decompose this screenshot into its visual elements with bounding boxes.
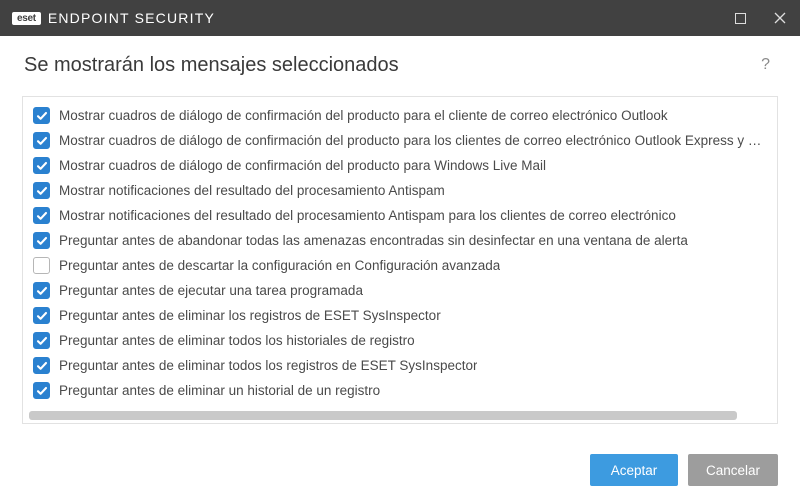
message-row: Mostrar notificaciones del resultado del… (31, 178, 773, 203)
help-button[interactable]: ? (755, 52, 776, 78)
message-row: Preguntar antes de eliminar un historial… (31, 378, 773, 403)
message-label: Preguntar antes de eliminar todos los re… (59, 358, 477, 373)
message-row: Preguntar antes de eliminar todos los hi… (31, 328, 773, 353)
maximize-icon (735, 13, 746, 24)
accept-button[interactable]: Aceptar (590, 454, 678, 486)
product-name: ENDPOINT SECURITY (48, 10, 215, 26)
message-label: Mostrar notificaciones del resultado del… (59, 208, 676, 223)
window-maximize-button[interactable] (720, 0, 760, 36)
cancel-button[interactable]: Cancelar (688, 454, 778, 486)
message-label: Preguntar antes de descartar la configur… (59, 258, 500, 273)
message-label: Mostrar notificaciones del resultado del… (59, 183, 445, 198)
message-label: Mostrar cuadros de diálogo de confirmaci… (59, 108, 668, 123)
message-label: Preguntar antes de eliminar todos los hi… (59, 333, 415, 348)
message-label: Preguntar antes de abandonar todas las a… (59, 233, 688, 248)
dialog-footer: Aceptar Cancelar (0, 440, 800, 500)
message-checkbox[interactable] (33, 107, 50, 124)
message-checkbox[interactable] (33, 307, 50, 324)
message-label: Preguntar antes de eliminar los registro… (59, 308, 441, 323)
message-row: Preguntar antes de descartar la configur… (31, 253, 773, 278)
message-checkbox[interactable] (33, 232, 50, 249)
message-row: Mostrar cuadros de diálogo de confirmaci… (31, 153, 773, 178)
message-row: Mostrar notificaciones del resultado del… (31, 203, 773, 228)
titlebar: eset ENDPOINT SECURITY (0, 0, 800, 36)
message-label: Preguntar antes de eliminar un historial… (59, 383, 380, 398)
dialog-header: Se mostrarán los mensajes seleccionados … (0, 36, 800, 88)
message-row: Mostrar cuadros de diálogo de confirmaci… (31, 103, 773, 128)
messages-list[interactable]: Mostrar cuadros de diálogo de confirmaci… (23, 97, 777, 423)
message-row: Preguntar antes de ejecutar una tarea pr… (31, 278, 773, 303)
message-row: Preguntar antes de eliminar todos los re… (31, 353, 773, 378)
message-label: Mostrar cuadros de diálogo de confirmaci… (59, 133, 771, 148)
message-checkbox[interactable] (33, 207, 50, 224)
page-title: Se mostrarán los mensajes seleccionados (24, 54, 755, 77)
message-checkbox[interactable] (33, 182, 50, 199)
window-close-button[interactable] (760, 0, 800, 36)
message-row: Mostrar cuadros de diálogo de confirmaci… (31, 128, 773, 153)
messages-list-container: Mostrar cuadros de diálogo de confirmaci… (22, 96, 778, 424)
message-label: Preguntar antes de ejecutar una tarea pr… (59, 283, 363, 298)
message-checkbox[interactable] (33, 382, 50, 399)
message-checkbox[interactable] (33, 282, 50, 299)
message-row: Preguntar antes de abandonar todas las a… (31, 228, 773, 253)
horizontal-scrollbar[interactable] (29, 411, 759, 420)
close-icon (774, 12, 786, 24)
message-label: Mostrar cuadros de diálogo de confirmaci… (59, 158, 546, 173)
horizontal-scrollbar-thumb[interactable] (29, 411, 737, 420)
message-checkbox[interactable] (33, 132, 50, 149)
brand-badge: eset (12, 12, 41, 25)
message-checkbox[interactable] (33, 332, 50, 349)
message-checkbox[interactable] (33, 157, 50, 174)
message-checkbox[interactable] (33, 357, 50, 374)
message-row: Preguntar antes de eliminar los registro… (31, 303, 773, 328)
message-checkbox[interactable] (33, 257, 50, 274)
